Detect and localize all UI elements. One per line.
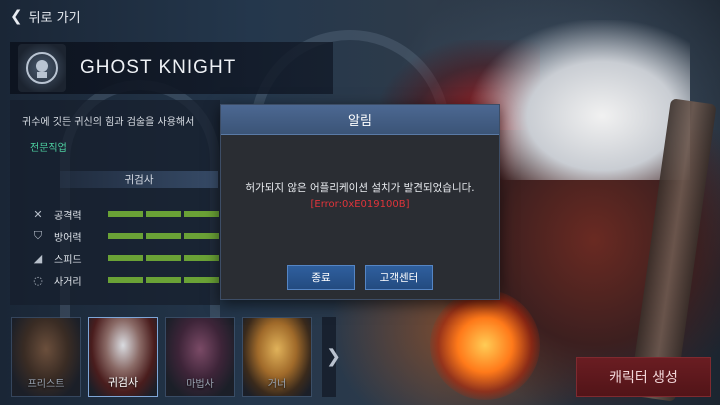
- character-slot-label: 마법사: [186, 379, 214, 390]
- character-slot-priest[interactable]: 프리스트: [11, 317, 81, 397]
- shield-icon: ⛉: [33, 229, 43, 242]
- stat-bar-segment: [108, 255, 143, 261]
- crosshair-icon: ◌: [33, 273, 43, 287]
- class-header: GHOST KNIGHT: [10, 42, 333, 94]
- create-character-label: 캐릭터 생성: [609, 370, 678, 386]
- character-slot-ghost-knight[interactable]: 귀검사: [88, 317, 158, 397]
- customer-support-label: 고객센터: [379, 272, 419, 284]
- chevron-left-icon: ❮: [10, 7, 23, 25]
- stat-label: 스피드: [54, 254, 82, 266]
- weapon-title: 귀검사: [124, 174, 154, 186]
- boot-icon: ◢: [33, 251, 43, 265]
- character-slot-mage[interactable]: 마법사: [165, 317, 235, 397]
- stat-bar-segment: [184, 255, 219, 261]
- stat-bar-attack: [108, 211, 219, 217]
- stat-bar-segment: [146, 255, 181, 261]
- stat-bar-speed: [108, 255, 219, 261]
- dialog-title: 알림: [221, 105, 499, 135]
- crossed-swords-icon: ✕: [33, 207, 43, 221]
- exit-button[interactable]: 종료: [287, 265, 355, 290]
- stat-bar-segment: [184, 211, 219, 217]
- character-slot-label: 귀검사: [107, 376, 139, 389]
- character-artwork-flame: [430, 290, 540, 400]
- class-name: GHOST KNIGHT: [80, 57, 237, 78]
- stat-bar-segment: [146, 233, 181, 239]
- stat-bar-range: [108, 277, 219, 283]
- dialog-error-code: [Error:0xE019100B]: [310, 199, 410, 210]
- stat-bar-segment: [146, 211, 181, 217]
- weapon-title-bar: 귀검사: [60, 171, 218, 188]
- chevron-right-icon[interactable]: ❯: [326, 346, 341, 367]
- stat-defense: ⛉ 방어력: [30, 229, 98, 244]
- stat-range: ◌ 사거리: [30, 273, 98, 288]
- stat-attack: ✕ 공격력: [30, 207, 98, 222]
- stat-speed: ◢ 스피드: [30, 251, 98, 266]
- ghost-knight-emblem-icon: [18, 44, 66, 92]
- back-label: 뒤로 가기: [28, 10, 81, 26]
- character-slot-label: 프리스트: [27, 379, 65, 390]
- character-artwork-hair: [470, 20, 690, 180]
- alert-dialog: 알림 허가되지 않은 어플리케이션 설치가 발견되었습니다. [Error:0x…: [220, 104, 500, 300]
- character-slot-label: 거너: [267, 379, 287, 390]
- stat-bar-segment: [184, 233, 219, 239]
- exit-button-label: 종료: [311, 272, 331, 284]
- stat-bar-segment: [108, 233, 143, 239]
- dialog-message: 허가되지 않은 어플리케이션 설치가 발견되었습니다.: [245, 182, 475, 194]
- stat-label: 공격력: [54, 210, 82, 222]
- stat-label: 방어력: [54, 232, 82, 244]
- create-character-button[interactable]: 캐릭터 생성: [576, 357, 711, 397]
- back-button[interactable]: ❮ 뒤로 가기: [10, 4, 81, 28]
- class-description: 귀수에 깃든 귀신의 힘과 검술을 사용해서: [22, 117, 195, 128]
- stat-bar-defense: [108, 233, 219, 239]
- specialty-link[interactable]: 전문직업: [30, 139, 67, 154]
- character-slot-gunner[interactable]: 거너: [242, 317, 312, 397]
- stat-bar-segment: [108, 211, 143, 217]
- stat-label: 사거리: [54, 276, 82, 288]
- stat-bar-segment: [184, 277, 219, 283]
- stat-bar-segment: [108, 277, 143, 283]
- stat-bar-segment: [146, 277, 181, 283]
- customer-support-button[interactable]: 고객센터: [365, 265, 433, 290]
